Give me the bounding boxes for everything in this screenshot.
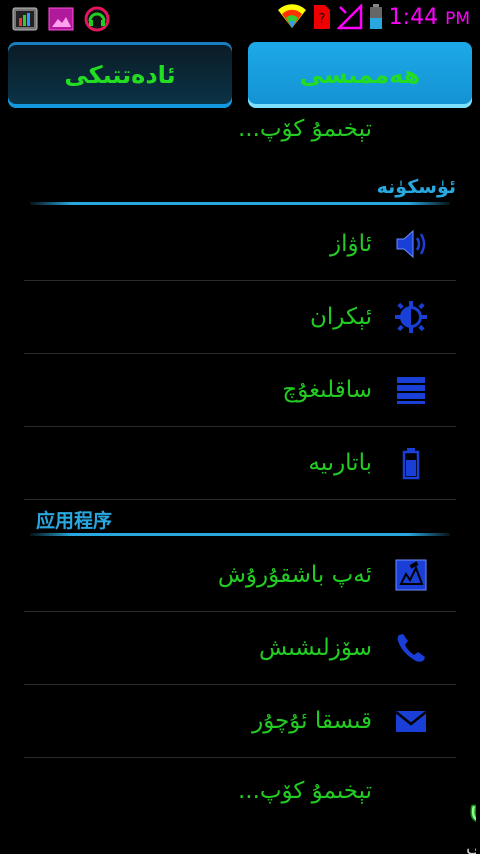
section-header-device: ئۈسكۈنە <box>376 176 456 198</box>
brightness-icon <box>395 301 427 333</box>
setting-item-label: باتارىيە <box>308 450 372 476</box>
more-top-label: تېخىمۇ كۆپ... <box>237 116 372 142</box>
status-bar: ? 1:44 PM <box>0 0 480 38</box>
phone-icon <box>397 634 425 662</box>
section-divider <box>30 202 450 205</box>
system-status: ? 1:44 PM <box>277 4 470 30</box>
tab-all[interactable]: ھەممىسى <box>248 42 472 108</box>
headset-icon <box>84 6 110 32</box>
tab-general[interactable]: ئادەتتىكى <box>8 42 232 108</box>
tab-bar: ئادەتتىكى ھەممىسى <box>0 38 480 112</box>
app-manager-icon <box>395 559 427 591</box>
setting-item-label: قىسقا ئۇچۇر <box>252 708 372 734</box>
usage-app-icon <box>12 7 38 31</box>
setting-item-label: سۆزلىشىش <box>259 635 372 661</box>
tab-all-label: ھەممىسى <box>299 61 421 89</box>
setting-item-calls[interactable]: سۆزلىشىش <box>24 612 456 685</box>
clock: 1:44 PM <box>388 4 470 30</box>
wifi-icon <box>277 4 306 28</box>
watermark-subtext: شەخسىي <box>466 836 476 854</box>
setting-item-label: ئاۋاز <box>329 231 372 257</box>
svg-text:?: ? <box>318 12 325 27</box>
more-bottom-label: تېخىمۇ كۆپ... <box>237 778 372 804</box>
setting-item-battery[interactable]: باتارىيە <box>24 427 456 500</box>
setting-item-sound[interactable]: ئاۋاز <box>24 208 456 281</box>
setting-item-label: ساقلىغۇچ <box>282 377 372 403</box>
setting-item-storage[interactable]: ساقلىغۇچ <box>24 354 456 427</box>
speaker-icon <box>396 229 426 259</box>
gallery-icon <box>48 7 74 31</box>
notification-icons <box>12 6 110 32</box>
section-header-apps: 应用程序 <box>36 510 113 532</box>
battery-icon <box>369 4 382 29</box>
more-top-row[interactable]: تېخىمۇ كۆپ... <box>24 112 456 154</box>
setting-item-app-manager[interactable]: ئەپ باشقۇرۇش <box>24 539 456 612</box>
setting-item-display[interactable]: ئېكران <box>24 281 456 354</box>
watermark-logo: ئالتۇن شەخسىي <box>466 775 476 854</box>
setting-item-label: ئەپ باشقۇرۇش <box>217 562 372 588</box>
setting-item-label: ئېكران <box>309 304 372 330</box>
message-icon <box>395 711 427 732</box>
signal-icon <box>336 4 362 30</box>
battery-icon <box>402 448 420 480</box>
watermark-text: ئالتۇن <box>468 776 476 827</box>
tab-general-label: ئادەتتىكى <box>64 61 176 89</box>
setting-item-messaging[interactable]: قىسقا ئۇچۇر <box>24 685 456 758</box>
sim-missing-icon: ? <box>313 5 330 29</box>
storage-icon <box>397 377 425 404</box>
section-divider <box>30 533 450 536</box>
